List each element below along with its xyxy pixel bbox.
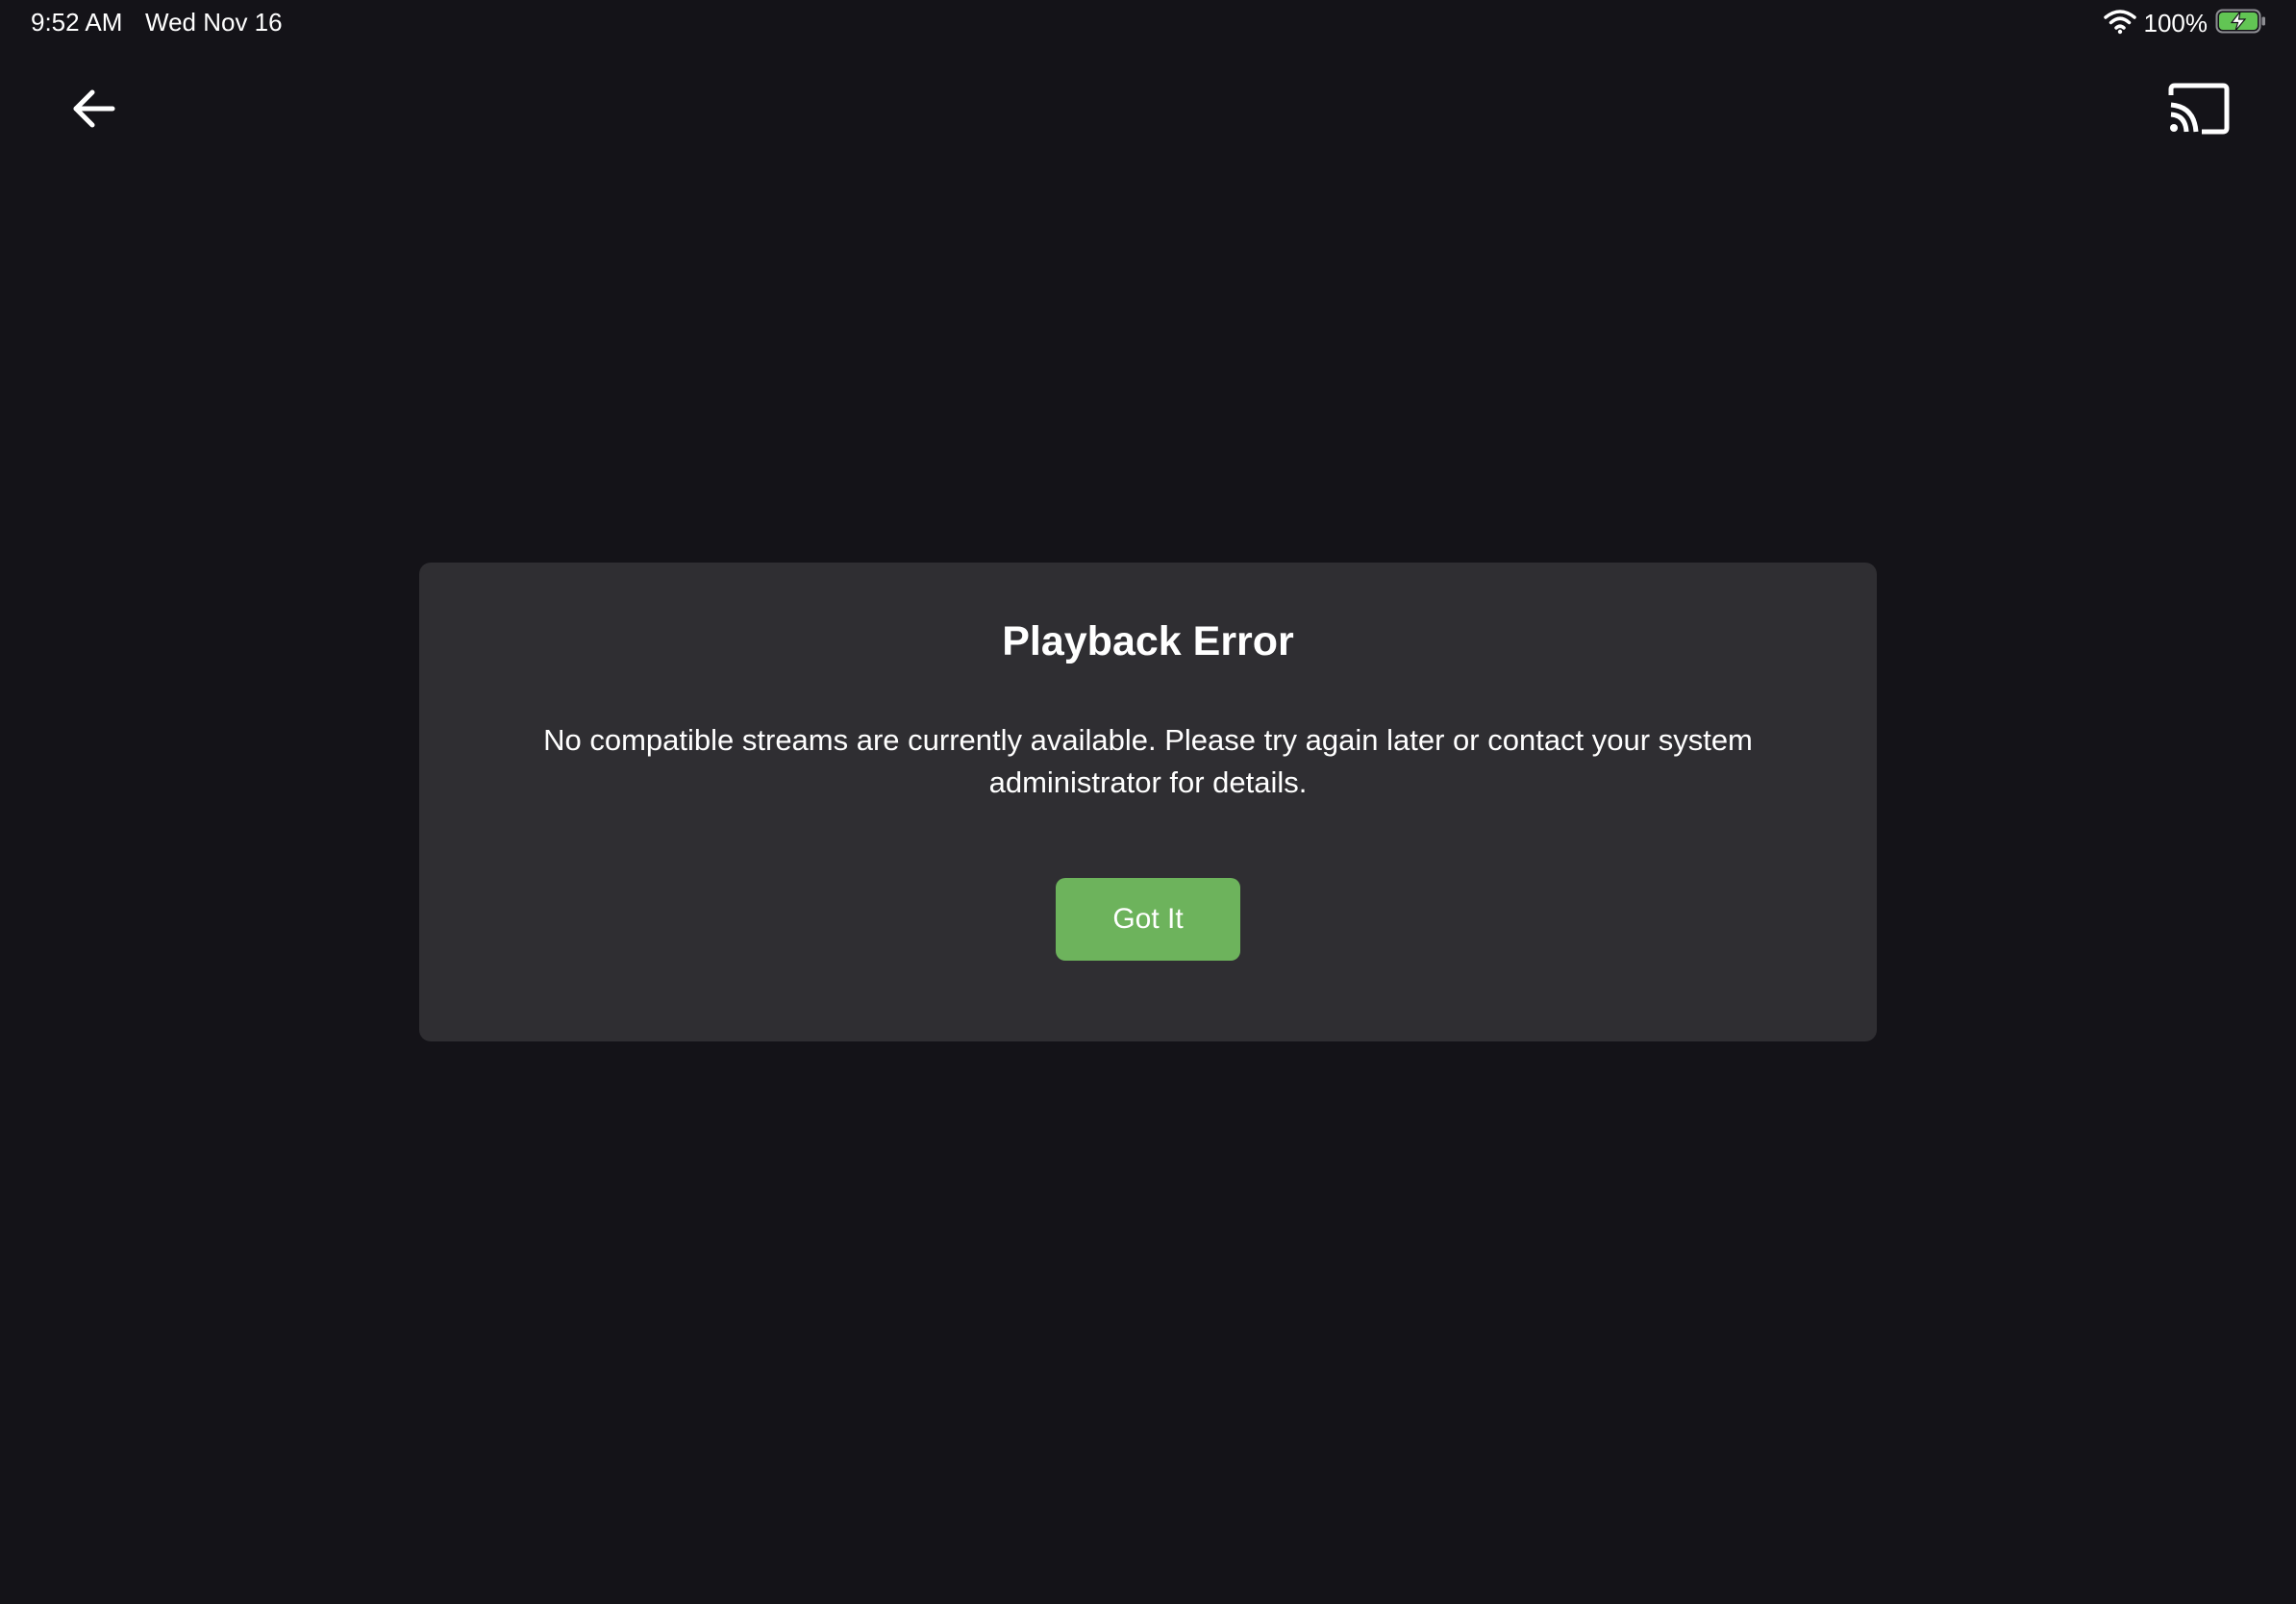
battery-percent: 100% xyxy=(2143,8,2209,38)
back-button[interactable] xyxy=(60,77,127,144)
cast-icon xyxy=(2167,82,2231,140)
battery-charging-icon xyxy=(2215,8,2267,39)
cast-button[interactable] xyxy=(2159,77,2238,144)
status-bar: 9:52 AM Wed Nov 16 100% xyxy=(0,0,2296,46)
status-time: 9:52 AM xyxy=(31,8,123,37)
wifi-icon xyxy=(2103,8,2136,39)
arrow-left-icon xyxy=(69,85,117,138)
playback-error-dialog: Playback Error No compatible streams are… xyxy=(419,563,1877,1041)
status-date: Wed Nov 16 xyxy=(145,8,283,37)
dialog-title: Playback Error xyxy=(1002,618,1294,664)
dialog-message: No compatible streams are currently avai… xyxy=(543,723,1753,799)
status-indicators: 100% xyxy=(2103,6,2268,40)
got-it-button[interactable]: Got It xyxy=(1056,878,1240,961)
